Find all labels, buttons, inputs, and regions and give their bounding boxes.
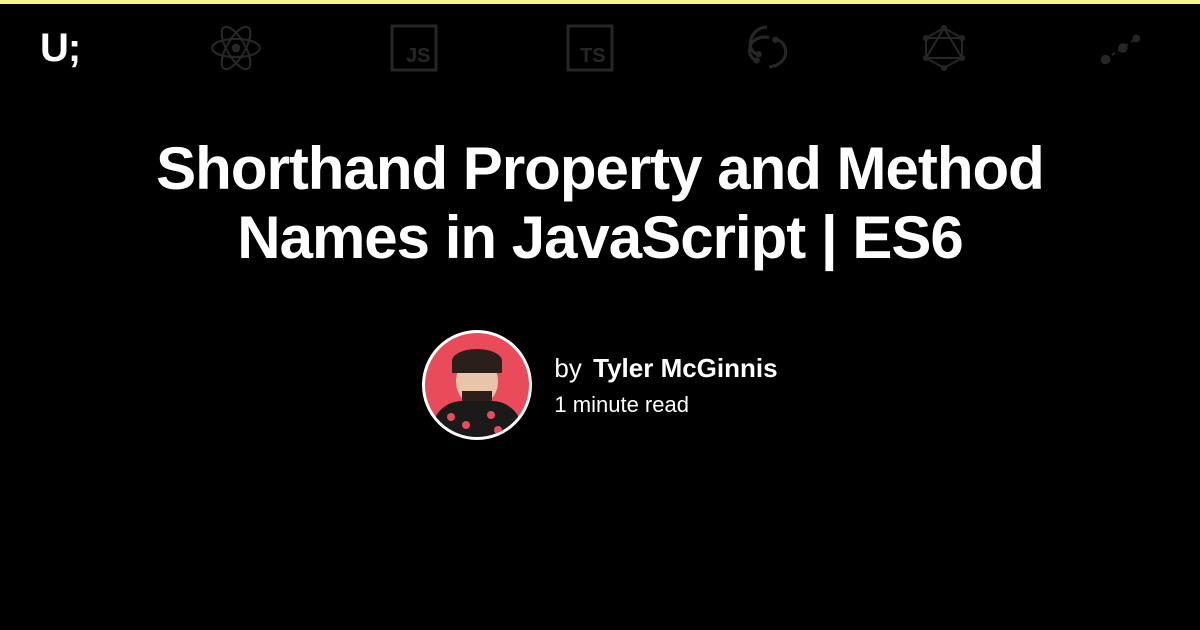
typescript-icon: TS: [566, 24, 614, 72]
javascript-icon: JS: [390, 24, 438, 72]
author-avatar: [422, 330, 532, 440]
author-byline: by Tyler McGinnis: [554, 353, 777, 384]
author-info: by Tyler McGinnis 1 minute read: [554, 353, 777, 418]
read-time: 1 minute read: [554, 392, 777, 418]
svg-text:JS: JS: [406, 45, 430, 67]
graphql-icon: [920, 24, 968, 72]
article-title: Shorthand Property and Method Names in J…: [100, 134, 1100, 272]
react-icon: [210, 22, 262, 74]
redux-icon: [742, 23, 792, 73]
brand-logo: U;: [40, 26, 80, 71]
author-section: by Tyler McGinnis 1 minute read: [422, 330, 777, 440]
author-name: Tyler McGinnis: [593, 353, 777, 383]
main-content: Shorthand Property and Method Names in J…: [0, 74, 1200, 440]
svg-text:TS: TS: [580, 45, 606, 67]
tech-icons-row: JS TS: [210, 22, 1142, 74]
header: U; JS TS: [0, 4, 1200, 74]
by-label: by: [554, 353, 581, 383]
nodes-icon: [1096, 25, 1142, 71]
